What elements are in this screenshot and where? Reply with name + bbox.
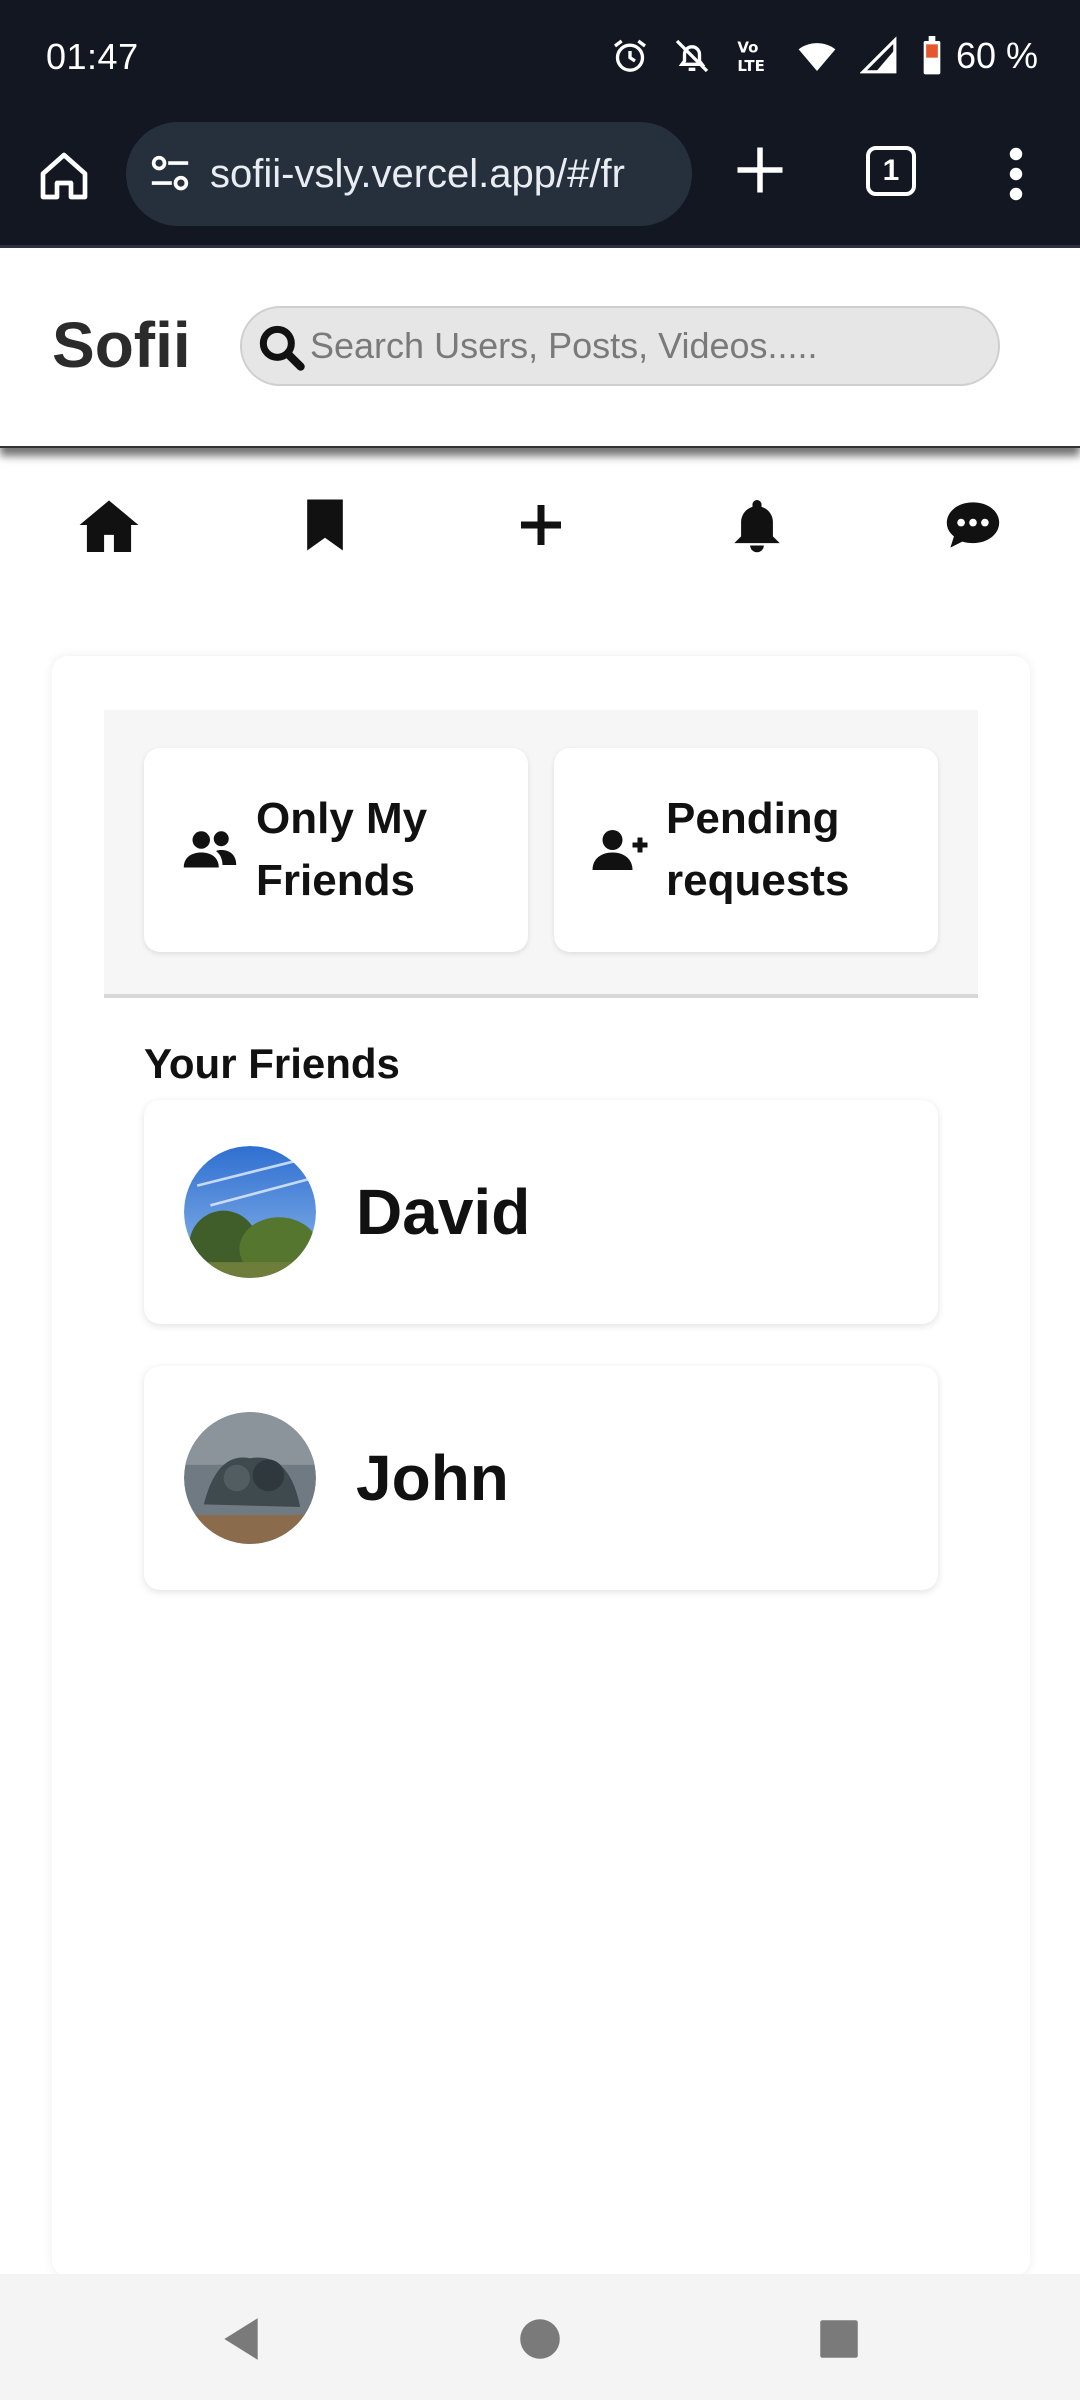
only-my-friends-button[interactable]: Only My Friends (144, 748, 528, 952)
user-plus-icon (592, 830, 648, 870)
url-text: sofii-vsly.vercel.app/#/fr (210, 152, 625, 196)
browser-toolbar: sofii-vsly.vercel.app/#/fr 1 (0, 118, 1080, 248)
nav-home[interactable] (74, 490, 144, 560)
bell-icon (734, 500, 780, 553)
search-icon (259, 325, 305, 371)
battery-icon (923, 36, 941, 75)
app-nav (0, 452, 1080, 592)
plus-icon (521, 505, 561, 545)
filter-label: Pending requests (666, 794, 850, 905)
tab-switcher-button[interactable]: 1 (866, 146, 916, 196)
search-input[interactable] (310, 308, 980, 384)
status-time: 01:47 (46, 36, 139, 77)
friend-name: John (356, 1442, 509, 1514)
bookmark-icon (307, 499, 343, 551)
signal-icon (859, 36, 897, 74)
pending-requests-button[interactable]: Pending requests (554, 748, 938, 952)
system-nav-bar (0, 2274, 1080, 2400)
filter-area: Only My Friends Pending requests (104, 710, 978, 998)
new-tab-icon[interactable] (730, 140, 790, 200)
browser-home-icon[interactable] (36, 148, 92, 204)
avatar (184, 1412, 316, 1544)
recents-icon[interactable] (814, 2314, 864, 2364)
search-box[interactable] (240, 306, 1000, 386)
status-bar: 01:47 Vo LTE 60 % (0, 0, 1080, 118)
browser-menu-icon[interactable] (1006, 144, 1026, 204)
nav-messages[interactable] (938, 490, 1008, 560)
nav-notifications[interactable] (722, 490, 792, 560)
status-icons: Vo LTE 60 % (610, 34, 1038, 78)
home-icon (79, 500, 139, 552)
friend-card[interactable]: John (144, 1366, 938, 1590)
avatar (184, 1146, 316, 1278)
app-header: Sofii (0, 248, 1080, 448)
alarm-icon (613, 39, 646, 72)
site-settings-icon[interactable] (148, 154, 192, 194)
friend-card[interactable]: David (144, 1100, 938, 1324)
svg-text:Vo: Vo (737, 39, 758, 57)
bell-off-icon (675, 39, 709, 73)
users-icon (183, 831, 237, 868)
nav-bookmarks[interactable] (290, 490, 360, 560)
chat-icon (946, 502, 1000, 548)
home-circle-icon[interactable] (515, 2314, 565, 2364)
app-logo[interactable]: Sofii (52, 308, 191, 382)
volte-icon: VoLTE (737, 39, 765, 75)
svg-text:LTE: LTE (737, 57, 765, 75)
back-icon[interactable] (216, 2314, 266, 2364)
friends-panel: Only My Friends Pending requests Your Fr… (52, 656, 1030, 2276)
wifi-icon (798, 43, 836, 71)
friend-name: David (356, 1176, 531, 1248)
section-title: Your Friends (144, 1040, 400, 1087)
filter-label: Only My Friends (256, 794, 428, 905)
address-bar[interactable]: sofii-vsly.vercel.app/#/fr (126, 122, 692, 226)
battery-percent: 60 % (955, 35, 1038, 76)
nav-create[interactable] (506, 490, 576, 560)
